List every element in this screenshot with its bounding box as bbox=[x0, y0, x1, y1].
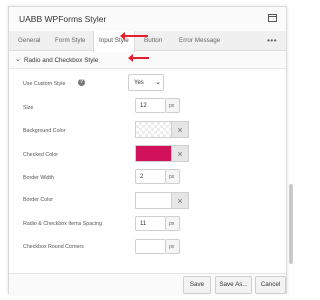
size-input[interactable]: 12 bbox=[135, 98, 166, 113]
items-spacing-unit: px bbox=[166, 216, 180, 231]
border-width-unit-label: px bbox=[169, 174, 175, 180]
items-spacing-input[interactable]: 11 bbox=[135, 216, 166, 231]
background-color-label: Background Color bbox=[23, 128, 66, 134]
chevron-down-icon: ⌄ bbox=[15, 56, 21, 63]
border-width-label: Border Width bbox=[23, 175, 54, 181]
items-spacing-value: 11 bbox=[140, 221, 147, 227]
scrollbar[interactable] bbox=[289, 184, 293, 264]
border-color-swatch[interactable] bbox=[135, 192, 172, 209]
border-width-unit: px bbox=[166, 169, 180, 184]
round-corners-input[interactable] bbox=[135, 239, 166, 254]
use-custom-style-label: Use Custom Style bbox=[23, 81, 66, 87]
tab-general[interactable]: General bbox=[18, 31, 40, 51]
tab-bar: General Form Style Input Style Button Er… bbox=[9, 31, 286, 52]
round-corners-label: Checkbox Round Corners bbox=[23, 244, 84, 250]
size-unit: px bbox=[166, 98, 180, 113]
tab-error-message[interactable]: Error Message bbox=[179, 31, 220, 51]
border-width-input[interactable]: 2 bbox=[135, 169, 166, 184]
items-spacing-label: Radio & Checkbox Items Spacing bbox=[23, 221, 102, 227]
round-corners-unit-label: px bbox=[169, 244, 175, 250]
save-as-button[interactable]: Save As... bbox=[215, 276, 252, 294]
panel-title: UABB WPForms Styler bbox=[19, 14, 107, 24]
more-icon[interactable]: ••• bbox=[267, 31, 277, 51]
items-spacing-unit-label: px bbox=[169, 221, 175, 227]
use-custom-style-select[interactable]: Yes ⌄ bbox=[128, 74, 164, 91]
section-header[interactable]: ⌄ Radio and Checkbox Style bbox=[9, 52, 286, 69]
save-button[interactable]: Save bbox=[183, 276, 211, 294]
checked-color-label: Checked Color bbox=[23, 152, 59, 158]
settings-panel: UABB WPForms Styler General Form Style I… bbox=[8, 6, 293, 295]
size-unit-label: px bbox=[169, 103, 175, 109]
window-icon[interactable] bbox=[268, 14, 277, 22]
size-value: 12 bbox=[140, 103, 147, 109]
background-color-swatch[interactable] bbox=[135, 121, 172, 138]
title-bar: UABB WPForms Styler bbox=[9, 7, 286, 31]
chevron-down-icon: ⌄ bbox=[155, 79, 161, 86]
cancel-button[interactable]: Cancel bbox=[255, 276, 286, 294]
section-title: Radio and Checkbox Style bbox=[24, 57, 99, 64]
tab-form-style[interactable]: Form Style bbox=[55, 31, 85, 51]
border-width-value: 2 bbox=[140, 174, 144, 180]
border-color-label: Border Color bbox=[23, 197, 54, 203]
close-icon[interactable]: × bbox=[172, 192, 189, 209]
use-custom-style-value: Yes bbox=[134, 80, 144, 86]
annotation-arrow-tab bbox=[120, 32, 148, 40]
round-corners-unit: px bbox=[166, 239, 180, 254]
close-icon[interactable]: × bbox=[172, 121, 189, 138]
help-icon[interactable]: ? bbox=[78, 79, 85, 86]
checked-color-swatch[interactable] bbox=[135, 145, 172, 162]
close-icon[interactable]: × bbox=[172, 145, 189, 162]
annotation-arrow-section bbox=[128, 54, 149, 62]
tab-button[interactable]: Button bbox=[144, 31, 162, 51]
size-label: Size bbox=[23, 105, 34, 111]
